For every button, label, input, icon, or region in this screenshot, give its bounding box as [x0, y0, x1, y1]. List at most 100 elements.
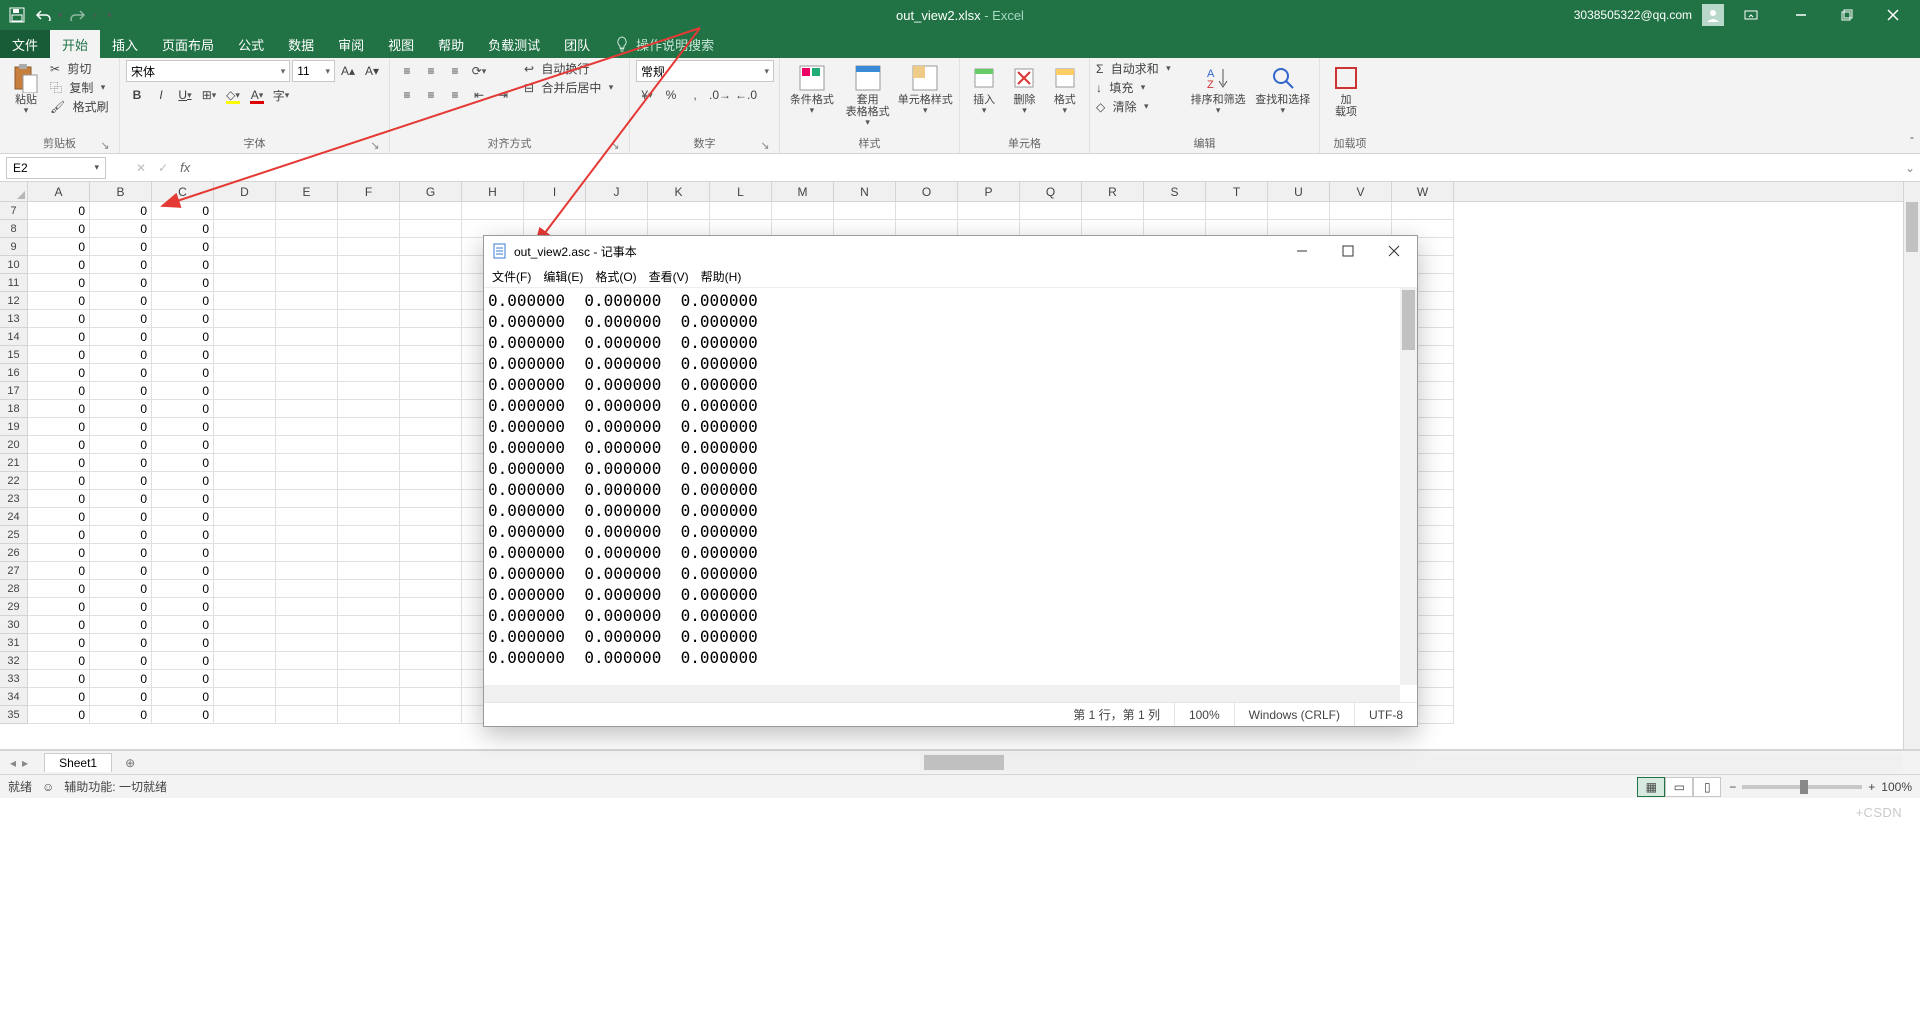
row-header[interactable]: 23 — [0, 490, 28, 508]
cell[interactable] — [400, 706, 462, 724]
view-normal-button[interactable]: ▦ — [1637, 777, 1665, 797]
cell[interactable] — [338, 346, 400, 364]
cell[interactable]: 0 — [28, 562, 90, 580]
row-header[interactable]: 15 — [0, 346, 28, 364]
align-top-button[interactable]: ≡ — [396, 60, 418, 82]
column-header[interactable]: D — [214, 182, 276, 201]
notepad-text-area[interactable]: 0.000000 0.000000 0.000000 0.000000 0.00… — [484, 288, 1417, 702]
cell[interactable]: 0 — [90, 508, 152, 526]
column-header[interactable]: G — [400, 182, 462, 201]
accessibility-icon[interactable]: ☺ — [42, 780, 54, 794]
cell[interactable]: 0 — [90, 526, 152, 544]
cell[interactable]: 0 — [28, 454, 90, 472]
horizontal-scrollbar[interactable] — [920, 753, 1903, 772]
cell[interactable] — [214, 346, 276, 364]
cell[interactable] — [276, 544, 338, 562]
cell[interactable]: 0 — [152, 688, 214, 706]
column-header[interactable]: H — [462, 182, 524, 201]
cell[interactable]: 0 — [28, 670, 90, 688]
cell[interactable] — [400, 274, 462, 292]
cell[interactable] — [896, 202, 958, 220]
column-header[interactable]: U — [1268, 182, 1330, 201]
cell[interactable] — [338, 454, 400, 472]
account-name[interactable]: 3038505322@qq.com — [1574, 8, 1692, 22]
cell[interactable] — [214, 418, 276, 436]
inc-indent-button[interactable]: ⇥ — [492, 84, 514, 106]
view-page-break-button[interactable]: ▯ — [1693, 777, 1721, 797]
cell[interactable] — [214, 328, 276, 346]
notepad-menu-view[interactable]: 查看(V) — [649, 268, 689, 285]
column-header[interactable]: L — [710, 182, 772, 201]
cell[interactable]: 0 — [152, 706, 214, 724]
cell[interactable]: 0 — [28, 508, 90, 526]
cell[interactable]: 0 — [28, 526, 90, 544]
tab-review[interactable]: 审阅 — [326, 30, 376, 58]
row-header[interactable]: 16 — [0, 364, 28, 382]
cell[interactable] — [276, 472, 338, 490]
tab-insert[interactable]: 插入 — [100, 30, 150, 58]
notepad-horizontal-scrollbar[interactable] — [484, 685, 1400, 702]
cell[interactable] — [400, 490, 462, 508]
cell[interactable]: 0 — [152, 472, 214, 490]
cell[interactable]: 0 — [152, 598, 214, 616]
cell-styles-button[interactable]: 单元格样式▾ — [898, 60, 953, 116]
cell[interactable] — [214, 688, 276, 706]
cell[interactable] — [400, 562, 462, 580]
cell[interactable]: 0 — [28, 346, 90, 364]
cell[interactable] — [338, 580, 400, 598]
cell[interactable] — [214, 220, 276, 238]
minimize-button[interactable] — [1778, 0, 1824, 30]
tab-file[interactable]: 文件 — [0, 30, 50, 58]
cell[interactable] — [276, 382, 338, 400]
cell[interactable] — [1268, 202, 1330, 220]
sort-filter-button[interactable]: AZ排序和筛选▾ — [1188, 60, 1249, 116]
cell[interactable]: 0 — [90, 238, 152, 256]
cell[interactable]: 0 — [152, 328, 214, 346]
cell[interactable] — [214, 310, 276, 328]
align-center-button[interactable]: ≡ — [420, 84, 442, 106]
column-header[interactable]: T — [1206, 182, 1268, 201]
undo-dropdown-icon[interactable]: ▾ — [58, 10, 63, 21]
cell[interactable] — [276, 238, 338, 256]
notepad-close-button[interactable] — [1371, 236, 1417, 266]
tab-help[interactable]: 帮助 — [426, 30, 476, 58]
cell[interactable]: 0 — [90, 490, 152, 508]
cell[interactable]: 0 — [28, 202, 90, 220]
cell[interactable]: 0 — [152, 652, 214, 670]
align-left-button[interactable]: ≡ — [396, 84, 418, 106]
cell[interactable] — [214, 202, 276, 220]
cell[interactable]: 0 — [28, 328, 90, 346]
cell[interactable] — [400, 436, 462, 454]
percent-button[interactable]: % — [660, 84, 682, 106]
addins-button[interactable]: 加 载项 — [1326, 60, 1366, 118]
cell[interactable]: 0 — [152, 346, 214, 364]
clipboard-launcher-icon[interactable]: ↘ — [99, 139, 111, 151]
phonetic-button[interactable]: 字▾ — [270, 84, 292, 106]
wrap-text-button[interactable]: ↩ 自动换行 — [524, 60, 613, 77]
cell[interactable]: 0 — [28, 598, 90, 616]
cell[interactable] — [338, 418, 400, 436]
cell[interactable] — [338, 706, 400, 724]
bold-button[interactable]: B — [126, 84, 148, 106]
cell[interactable]: 0 — [28, 616, 90, 634]
cell[interactable] — [400, 292, 462, 310]
column-header[interactable]: B — [90, 182, 152, 201]
redo-icon[interactable] — [67, 4, 89, 26]
cell[interactable]: 0 — [152, 454, 214, 472]
tab-formulas[interactable]: 公式 — [226, 30, 276, 58]
cell[interactable]: 0 — [90, 562, 152, 580]
cell[interactable] — [400, 688, 462, 706]
cell[interactable]: 0 — [28, 364, 90, 382]
row-header[interactable]: 10 — [0, 256, 28, 274]
cell[interactable] — [338, 238, 400, 256]
cell[interactable] — [338, 256, 400, 274]
vertical-scrollbar[interactable] — [1903, 182, 1920, 749]
autosum-button[interactable]: Σ 自动求和 ▾ — [1096, 60, 1184, 77]
cell[interactable] — [400, 526, 462, 544]
column-header[interactable]: S — [1144, 182, 1206, 201]
cell[interactable]: 0 — [28, 688, 90, 706]
cell[interactable]: 0 — [90, 670, 152, 688]
name-box[interactable]: E2▾ — [6, 157, 106, 179]
cell[interactable] — [276, 580, 338, 598]
column-header[interactable]: F — [338, 182, 400, 201]
